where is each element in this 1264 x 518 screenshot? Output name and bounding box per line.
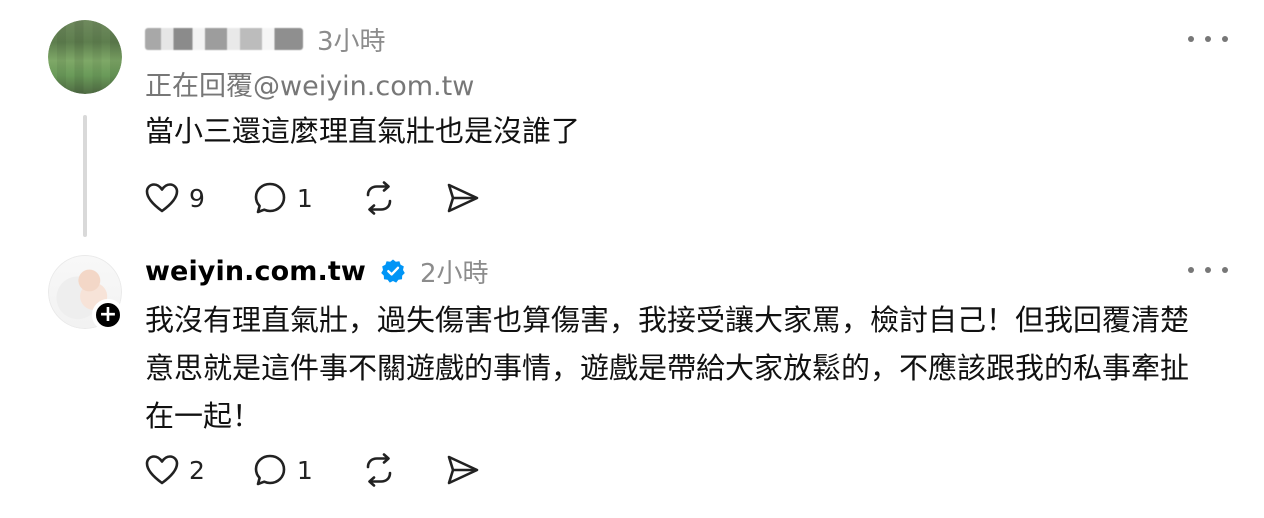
more-options-button[interactable]: [1188, 29, 1228, 49]
comment-bubble-icon: [254, 182, 286, 214]
post-text-line: 我沒有理直氣壯，過失傷害也算傷害，我接受讓大家罵，檢討自己！但我回覆清楚: [145, 303, 1190, 337]
username[interactable]: weiyin.com.tw: [145, 256, 366, 287]
repost-icon: [366, 453, 392, 487]
like-button[interactable]: 9: [145, 182, 205, 214]
like-button[interactable]: 2: [145, 454, 205, 486]
post-actions: 2 1: [145, 450, 529, 490]
repost-button[interactable]: [361, 180, 397, 216]
comment-button[interactable]: 1: [253, 181, 313, 215]
repost-icon: [366, 181, 392, 215]
avatar[interactable]: [48, 20, 122, 94]
more-dots-icon: [1188, 36, 1194, 42]
avatar[interactable]: +: [48, 255, 124, 331]
comment-button[interactable]: 1: [253, 453, 313, 487]
timestamp: 3小時: [317, 26, 386, 57]
post-actions: 9 1: [145, 178, 529, 218]
post-text: 我沒有理直氣壯，過失傷害也算傷害，我接受讓大家罵，檢討自己！但我回覆清楚 意思就…: [145, 296, 1235, 440]
like-count: 2: [189, 455, 205, 485]
username-blurred[interactable]: [145, 28, 303, 50]
share-button[interactable]: [445, 453, 481, 487]
replying-to-label: 正在回覆@weiyin.com.tw: [145, 71, 475, 102]
post-header: 3小時: [145, 18, 386, 60]
post-text-line: 意思就是這件事不關遊戲的事情，遊戲是帶給大家放鬆的，不應該跟我的私事牽扯: [145, 351, 1190, 385]
timestamp: 2小時: [419, 258, 489, 289]
post-text-line: 在一起！: [145, 399, 262, 433]
more-options-button[interactable]: [1188, 260, 1228, 280]
comment-count: 1: [296, 455, 313, 485]
comment-bubble-icon: [254, 454, 286, 486]
comment-count: 1: [296, 183, 313, 213]
post-header: weiyin.com.tw 2小時: [145, 250, 489, 292]
thread-line: [83, 115, 87, 237]
heart-icon: [145, 455, 179, 485]
author-reply-post: + weiyin.com.tw 2小時 我沒有理直氣壯，過失傷害也算傷害，我接受…: [0, 250, 1264, 518]
plus-icon: +: [98, 302, 118, 327]
reply-post: 3小時 正在回覆@weiyin.com.tw 當小三還這麼理直氣壯也是沒誰了 9…: [0, 0, 1264, 250]
repost-button[interactable]: [361, 452, 397, 488]
follow-button[interactable]: +: [92, 299, 124, 331]
heart-icon: [145, 183, 179, 213]
send-icon: [447, 455, 479, 485]
post-text: 當小三還這麼理直氣壯也是沒誰了: [145, 114, 581, 148]
verified-badge-icon: [381, 259, 405, 283]
like-count: 9: [189, 183, 205, 213]
send-icon: [447, 183, 479, 213]
share-button[interactable]: [445, 181, 481, 215]
more-dots-icon: [1188, 267, 1194, 273]
